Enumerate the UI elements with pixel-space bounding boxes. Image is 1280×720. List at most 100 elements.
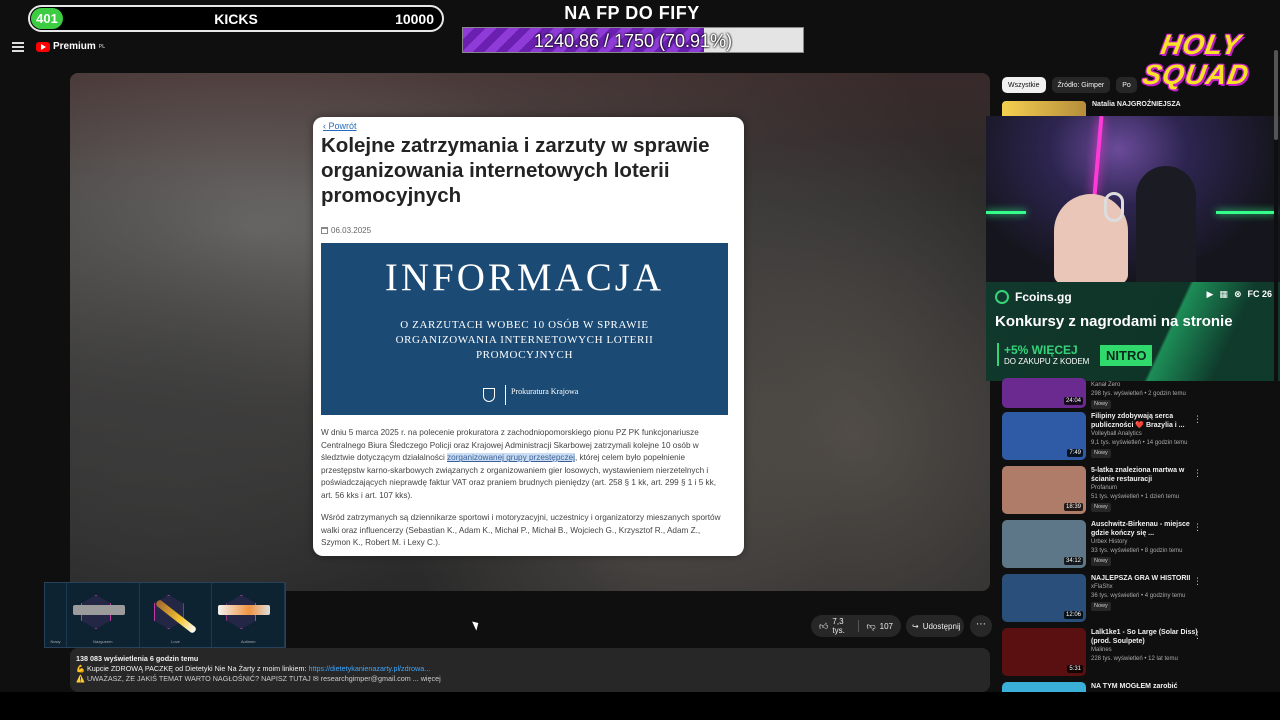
video-channel: Malines — [1091, 647, 1112, 653]
video-thumbnail: 7:49 — [1002, 412, 1086, 460]
video-menu-button[interactable]: ⋮ — [1193, 630, 1202, 641]
list-item[interactable]: 34:12 Auschwitz-Birkenau - miejsce gdzie… — [1002, 520, 1207, 574]
more-actions-button[interactable]: ⋯ — [970, 615, 992, 637]
video-meta: NAJLEPSZA GRA W HISTORII xFlaShx 36 tys. w… — [1091, 574, 1207, 628]
video-stats: 33 tys. wyświetleń • 8 godzin temu — [1091, 548, 1183, 554]
game-slot-label: Autimon — [240, 639, 256, 644]
chip-source[interactable]: Źródło: Gimper — [1051, 77, 1111, 93]
headset-icon — [1104, 192, 1124, 222]
video-thumbnail: 18:39 — [1002, 466, 1086, 514]
youtube-premium-logo[interactable]: Premium PL — [36, 41, 105, 52]
menu-icon[interactable] — [12, 42, 24, 52]
dislike-count: 107 — [879, 621, 893, 631]
thumbs-down-icon: 👎︎ — [866, 620, 876, 631]
recommended-videos: 24:04 Kanał Zero 298 tys. wyświetleń • 2 … — [1002, 378, 1207, 720]
game-slot-label: Nowy — [50, 639, 61, 644]
description-link[interactable]: https://dietetykanienazarty.pl/zdrowa... — [308, 664, 430, 673]
article-date: 06.03.2025 — [321, 226, 371, 235]
eagle-emblem-icon — [483, 388, 495, 402]
game-slot: Nazgusern — [67, 583, 140, 647]
list-item[interactable]: 5:31 Lalk1ke1 - So Large (Solar Diss) (p… — [1002, 628, 1207, 682]
kicks-goal-bar: 401 KICKS 10000 — [28, 5, 444, 32]
new-badge: Nowy — [1091, 503, 1111, 512]
xbox-icon: ⊗ — [1233, 289, 1242, 299]
game-slot-label: Nazgusern — [93, 639, 113, 644]
article-paragraph-2: Wśród zatrzymanych są dziennikarze sport… — [321, 513, 721, 548]
game-slot: Love — [140, 583, 213, 647]
video-title: Filipiny zdobywają serca publiczności ❤️… — [1091, 413, 1185, 429]
video-channel: Profanum — [1091, 485, 1118, 491]
neon-light — [1092, 116, 1104, 197]
video-title: 5-latka znaleziona martwa w ścianie rest… — [1091, 467, 1185, 483]
video-menu-button[interactable]: ⋮ — [1193, 522, 1202, 533]
weapon-icon — [218, 605, 271, 615]
banner-heading: INFORMACJA — [384, 256, 665, 299]
video-meta: Lalk1ke1 - So Large (Solar Diss) (prod. … — [1091, 628, 1207, 682]
fp-progress-bar: 1240.86 / 1750 (70.91%) — [462, 27, 804, 53]
sponsor-name: Fcoins.gg — [1015, 290, 1072, 304]
video-duration: 12:06 — [1063, 611, 1083, 619]
fcoins-icon — [995, 290, 1009, 304]
video-channel: Urbex History — [1091, 539, 1128, 545]
video-channel: Kanał Zero — [1091, 382, 1121, 388]
mouse-cursor-icon — [472, 619, 481, 631]
deal-percent: +5% WIĘCEJ — [1004, 343, 1078, 357]
video-thumbnail: 12:06 — [1002, 574, 1086, 622]
windows-icon: ▦ — [1219, 289, 1228, 299]
article-card: ‹ Powrót Kolejne zatrzymania i zarzuty w… — [313, 117, 744, 556]
list-item[interactable]: 12:06 NAJLEPSZA GRA W HISTORII xFlaShx 36 … — [1002, 574, 1207, 628]
video-duration: 18:39 — [1063, 503, 1083, 511]
banner-institution: Prokuratura Krajowa — [511, 387, 579, 396]
video-meta: 5-latka znaleziona martwa w ścianie rest… — [1091, 466, 1207, 520]
promo-code: NITRO — [1100, 345, 1153, 366]
video-channel: Volleyball Analytics — [1091, 431, 1142, 437]
game-slot: Nowy — [45, 583, 67, 647]
video-meta: Kanał Zero 298 tys. wyświetleń • 2 godzin… — [1091, 381, 1207, 412]
highlighted-link: zorganizowanej grupy przestępczej — [447, 453, 575, 463]
bottom-letterbox — [0, 692, 1280, 720]
list-item[interactable]: 24:04 Kanał Zero 298 tys. wyświetleń • 2 … — [1002, 378, 1207, 412]
holy-squad-logo: HOLY SQUAD — [1140, 29, 1252, 90]
dislike-button[interactable]: 👎︎ 107 — [859, 615, 902, 637]
filter-chips: Wszystkie Źródło: Gimper Po — [1002, 77, 1137, 93]
video-stats: 36 tys. wyświetleń • 4 godziny temu — [1091, 593, 1186, 599]
game-slot: Autimon — [212, 583, 286, 647]
video-menu-button[interactable]: ⋮ — [1193, 468, 1202, 479]
video-menu-button[interactable]: ⋮ — [1193, 414, 1202, 425]
list-item[interactable]: 18:39 5-latka znaleziona martwa w ściani… — [1002, 466, 1207, 520]
like-dislike-group: 👍︎ 7,3 tys. 👎︎ 107 — [811, 615, 901, 637]
video-stats: 228 tys. wyświetleń • 12 lat temu — [1091, 656, 1178, 662]
video-thumbnail — [1002, 101, 1086, 117]
video-duration: 7:49 — [1067, 449, 1083, 457]
video-description[interactable]: 138 083 wyświetlenia 6 godzin temu 💪 Kup… — [70, 648, 990, 692]
logo-region: PL — [98, 43, 106, 50]
article-banner: INFORMACJA O ZARZUTACH WOBEC 10 OSÓB W S… — [321, 243, 728, 415]
recommended-video-partial[interactable]: Natalia NAJGROŹNIEJSZA — [1002, 101, 1197, 117]
page-scrollbar[interactable] — [1274, 50, 1278, 690]
neon-light — [1216, 211, 1276, 214]
video-title: NAJLEPSZA GRA W HISTORII — [1091, 575, 1191, 582]
share-button[interactable]: ↪ Udostępnij — [906, 615, 964, 637]
video-meta: Filipiny zdobywają serca publiczności ❤️… — [1091, 412, 1207, 466]
video-thumbnail: 34:12 — [1002, 520, 1086, 568]
video-title: NA TYM MOGŁEM zarobić — [1091, 683, 1178, 690]
video-duration: 34:12 — [1063, 557, 1083, 565]
youtube-play-icon — [36, 41, 50, 52]
banner-divider — [505, 385, 506, 405]
new-badge: Nowy — [1091, 557, 1111, 566]
video-meta: Auschwitz-Birkenau - miejsce gdzie kończ… — [1091, 520, 1207, 574]
deal-subtext: DO ZAKUPU Z KODEM — [1004, 357, 1090, 366]
like-button[interactable]: 👍︎ 7,3 tys. — [811, 615, 858, 637]
thumbs-up-icon: 👍︎ — [819, 620, 829, 631]
scrollbar-thumb[interactable] — [1274, 50, 1278, 140]
chip-all[interactable]: Wszystkie — [1002, 77, 1046, 93]
share-icon: ↪ — [912, 621, 919, 631]
video-menu-button[interactable]: ⋮ — [1193, 576, 1202, 587]
article-date-text: 06.03.2025 — [331, 226, 372, 235]
weapon-icon — [73, 605, 125, 615]
fp-progress-text: 1240.86 / 1750 (70.91%) — [533, 31, 733, 51]
list-item[interactable]: 7:49 Filipiny zdobywają serca publicznoś… — [1002, 412, 1207, 466]
neon-light — [986, 211, 1026, 214]
platform-icons: ▶ ▦ ⊗ FC 26 — [1207, 289, 1273, 300]
video-title: Lalk1ke1 - So Large (Solar Diss) (prod. … — [1091, 629, 1198, 645]
